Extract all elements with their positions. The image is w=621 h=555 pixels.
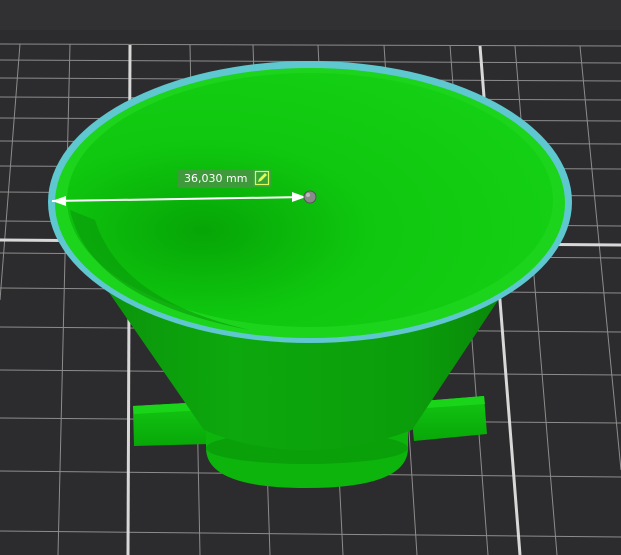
measurement-value-label: 36,030 mm <box>178 170 254 188</box>
pencil-edit-icon[interactable] <box>253 169 271 187</box>
scene-canvas[interactable] <box>0 0 621 555</box>
3d-viewport[interactable]: 36,030 mm <box>0 0 621 555</box>
horizon-band <box>0 0 621 30</box>
center-point-handle[interactable] <box>303 190 317 204</box>
